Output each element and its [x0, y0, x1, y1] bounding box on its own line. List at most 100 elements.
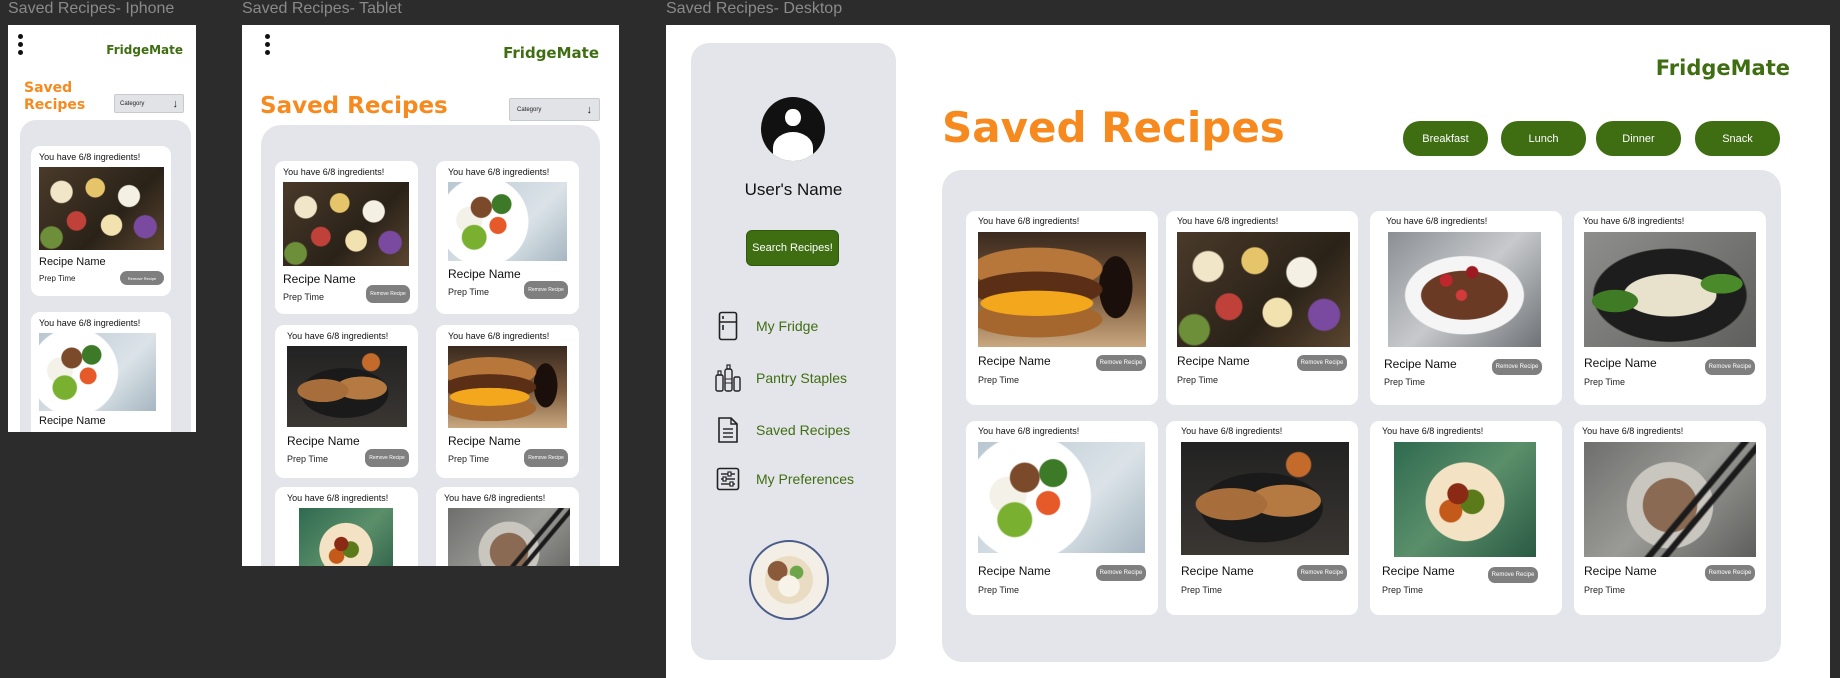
filter-snack-button[interactable]: Snack	[1695, 121, 1780, 156]
recipe-name: Recipe Name	[39, 415, 106, 427]
tablet-frame: FridgeMate Saved Recipes Category ↓ You h…	[242, 25, 619, 566]
category-dropdown-label: Category	[120, 100, 145, 107]
recipe-card[interactable]: You have 6/8 ingredients! Recipe Name Pr…	[966, 421, 1158, 615]
recipe-name: Recipe Name	[1382, 564, 1455, 578]
category-dropdown[interactable]: Category ↓	[509, 98, 600, 121]
sidebar-item-pantry-staples[interactable]: Pantry Staples	[714, 363, 847, 393]
recipe-card[interactable]: You have 6/8 ingredients! Recipe Name Pr…	[966, 211, 1158, 405]
menu-kebab-icon[interactable]	[16, 34, 24, 55]
page-title: Saved Recipes	[260, 93, 448, 119]
ingredients-count: You have 6/8 ingredients!	[978, 426, 1080, 436]
recipe-card[interactable]: You have 6/8 ingredients! Recipe Name	[31, 312, 171, 432]
pantry-icon	[714, 363, 742, 393]
remove-recipe-button[interactable]: Remove Recipe	[524, 281, 568, 299]
filter-lunch-button[interactable]: Lunch	[1501, 121, 1586, 156]
recipe-name: Recipe Name	[1384, 357, 1457, 371]
sidebar-item-my-preferences[interactable]: My Preferences	[714, 464, 854, 494]
user-avatar-icon[interactable]	[761, 97, 825, 161]
iphone-frame: FridgeMate Saved Recipes Category ↓ You ha…	[8, 25, 196, 432]
ingredients-count: You have 6/8 ingredients!	[444, 493, 546, 503]
recipe-photo	[1394, 442, 1536, 557]
recipe-card[interactable]: You have 6/8 ingredients! Recipe Name Pr…	[275, 325, 418, 478]
desktop-frame: User's Name Search Recipes! My Fridge Pa…	[666, 25, 1830, 678]
recipe-photo	[1584, 232, 1756, 347]
remove-recipe-button[interactable]: Remove Recipe	[1488, 567, 1538, 583]
recipe-photo	[1181, 442, 1349, 555]
menu-kebab-icon[interactable]	[263, 34, 271, 55]
remove-recipe-button[interactable]: Remove Recipe	[120, 271, 164, 285]
recipe-name: Recipe Name	[978, 354, 1051, 368]
filter-dinner-button[interactable]: Dinner	[1596, 121, 1681, 156]
recipe-name: Recipe Name	[287, 434, 360, 448]
ingredients-count: You have 6/8 ingredients!	[287, 493, 389, 503]
recipe-card[interactable]: You have 6/8 ingredients! Recipe Name Pr…	[436, 161, 579, 314]
sliders-icon	[714, 464, 742, 494]
recipe-card[interactable]: You have 6/8 ingredients!	[275, 487, 418, 566]
prep-time: Prep Time	[287, 454, 329, 464]
recipe-photo	[1388, 232, 1541, 347]
sidebar-item-saved-recipes[interactable]: Saved Recipes	[714, 415, 850, 445]
remove-recipe-button[interactable]: Remove Recipe	[524, 449, 568, 467]
remove-recipe-button[interactable]: Remove Recipe	[365, 449, 409, 467]
prep-time: Prep Time	[1382, 585, 1424, 595]
remove-recipe-button[interactable]: Remove Recipe	[1096, 355, 1146, 371]
recipe-card[interactable]: You have 6/8 ingredients! Recipe Name Pr…	[1166, 211, 1358, 405]
prep-time: Prep Time	[1384, 377, 1426, 387]
ingredients-count: You have 6/8 ingredients!	[1582, 426, 1684, 436]
recipe-card[interactable]: You have 6/8 ingredients!	[436, 487, 579, 566]
remove-recipe-button[interactable]: Remove Recipe	[1096, 565, 1146, 581]
ingredients-count: You have 6/8 ingredients!	[39, 318, 141, 328]
sidebar-item-label: Pantry Staples	[756, 370, 848, 386]
sidebar: User's Name Search Recipes! My Fridge Pa…	[691, 43, 896, 660]
brand-logo: FridgeMate	[503, 44, 599, 62]
document-icon	[714, 415, 742, 445]
filter-breakfast-button[interactable]: Breakfast	[1403, 121, 1488, 156]
arrow-down-icon: ↓	[172, 97, 179, 110]
prep-time: Prep Time	[1584, 377, 1626, 387]
remove-recipe-button[interactable]: Remove Recipe	[1297, 355, 1347, 371]
prep-time: Prep Time	[978, 375, 1020, 385]
sidebar-item-label: Saved Recipes	[756, 422, 851, 438]
category-dropdown[interactable]: Category ↓	[114, 94, 184, 113]
recipe-card[interactable]: You have 6/8 ingredients! Recipe Name Pr…	[1574, 421, 1766, 615]
recipe-name: Recipe Name	[1584, 356, 1657, 370]
prep-time: Prep Time	[1584, 585, 1626, 595]
ingredients-count: You have 6/8 ingredients!	[448, 331, 550, 341]
recipe-photo	[448, 508, 570, 566]
recipe-photo	[448, 182, 567, 261]
recipe-photo	[1584, 442, 1756, 557]
recipes-panel: You have 6/8 ingredients! Recipe Name Pr…	[261, 125, 600, 566]
remove-recipe-button[interactable]: Remove Recipe	[1297, 565, 1347, 581]
recipe-photo	[39, 167, 164, 250]
frame-label-iphone: Saved Recipes- Iphone	[8, 0, 175, 17]
remove-recipe-button[interactable]: Remove Recipe	[1705, 565, 1755, 581]
recipe-name: Recipe Name	[978, 564, 1051, 578]
recipe-name: Recipe Name	[448, 267, 521, 281]
ingredients-count: You have 6/8 ingredients!	[1583, 216, 1685, 226]
search-recipes-button[interactable]: Search Recipes!	[746, 230, 839, 266]
recipe-card[interactable]: You have 6/8 ingredients! Recipe Name Pr…	[436, 325, 579, 478]
recipe-card[interactable]: You have 6/8 ingredients! Recipe Name Pr…	[1370, 421, 1562, 615]
recipe-photo	[283, 182, 409, 266]
ingredients-count: You have 6/8 ingredients!	[1177, 216, 1279, 226]
recipe-card[interactable]: You have 6/8 ingredients! Recipe Name Pr…	[31, 146, 171, 296]
remove-recipe-button[interactable]: Remove Recipe	[366, 285, 410, 303]
prep-time: Prep Time	[448, 454, 490, 464]
recipe-card[interactable]: You have 6/8 ingredients! Recipe Name Pr…	[1370, 211, 1562, 405]
recipe-photo	[299, 508, 393, 566]
recipe-card[interactable]: You have 6/8 ingredients! Recipe Name Pr…	[1574, 211, 1766, 405]
prep-time: Prep Time	[1177, 375, 1219, 385]
sidebar-item-my-fridge[interactable]: My Fridge	[714, 311, 818, 341]
recipe-photo	[978, 232, 1146, 347]
recipe-card[interactable]: You have 6/8 ingredients! Recipe Name Pr…	[1166, 421, 1358, 615]
fridge-icon	[714, 311, 742, 341]
recipes-panel: You have 6/8 ingredients! Recipe Name Pr…	[20, 120, 191, 432]
user-name: User's Name	[744, 180, 843, 199]
page-title: Saved Recipes	[942, 103, 1285, 152]
sidebar-item-label: My Preferences	[756, 471, 855, 487]
ingredients-count: You have 6/8 ingredients!	[978, 216, 1080, 226]
recipe-name: Recipe Name	[1177, 354, 1250, 368]
remove-recipe-button[interactable]: Remove Recipe	[1705, 359, 1755, 375]
recipe-card[interactable]: You have 6/8 ingredients! Recipe Name Pr…	[275, 161, 418, 314]
remove-recipe-button[interactable]: Remove Recipe	[1492, 359, 1542, 375]
